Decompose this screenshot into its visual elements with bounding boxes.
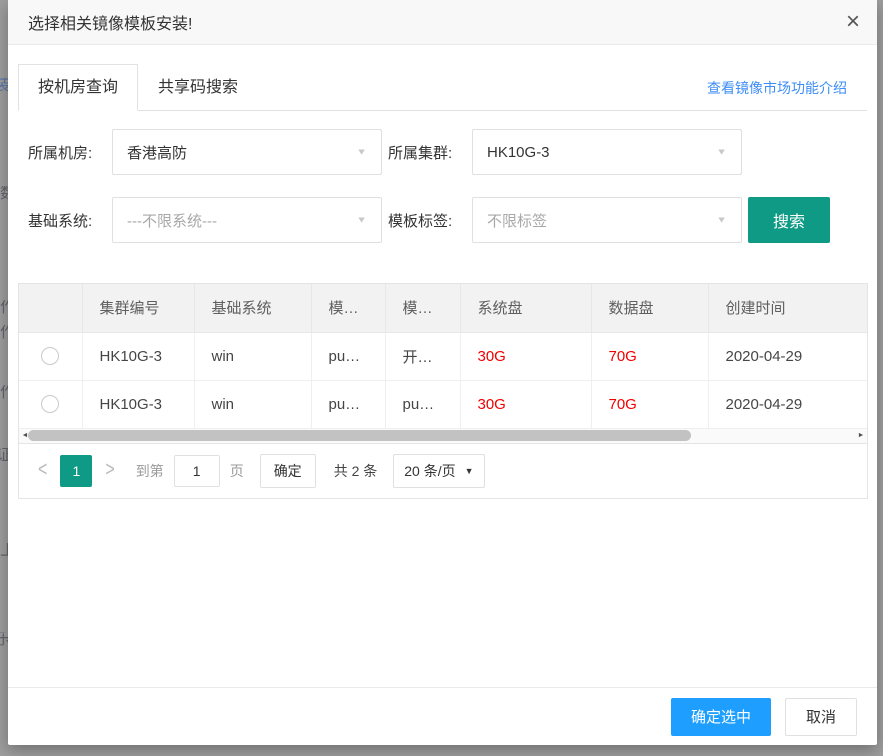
cell-template-1: pu… [311,332,385,380]
row-radio[interactable] [41,347,59,365]
page-jump-confirm-button[interactable]: 确定 [260,454,316,488]
scrollbar-thumb[interactable] [28,430,691,441]
cell-template-1: pu… [311,380,385,428]
template-table: 集群编号 基础系统 模… 模… 系统盘 数据盘 创建时间 HK10G-3 win… [19,284,867,429]
cell-system-disk: 30G [460,332,591,380]
base-system-label: 基础系统: [28,210,112,231]
base-system-select-value: ---不限系统--- [127,210,217,231]
close-icon[interactable]: × [846,10,860,34]
marketplace-intro-link[interactable]: 查看镜像市场功能介绍 [707,78,847,98]
chevron-down-icon: ▼ [356,215,367,225]
cell-cluster-id: HK10G-3 [82,332,194,380]
chevron-down-icon: ▼ [356,147,367,157]
tab-share-code-search[interactable]: 共享码搜索 [138,65,258,110]
caret-down-icon: ▼ [465,466,474,476]
datacenter-label: 所属机房: [28,142,112,163]
cell-template-2: 开… [385,332,460,380]
cluster-label: 所属集群: [388,142,472,163]
template-tag-select-value: 不限标签 [487,210,547,231]
dialog-title: 选择相关镜像模板安装! [28,10,192,34]
header-data-disk: 数据盘 [591,284,708,332]
background-text-fragment: 数 [0,186,8,202]
row-radio[interactable] [41,395,59,413]
cell-data-disk: 70G [591,332,708,380]
background-text-fragment: 作 [0,300,8,316]
tab-search-by-datacenter[interactable]: 按机房查询 [18,64,138,111]
cluster-select[interactable]: HK10G-3 ▼ [472,129,742,175]
background-text-fragment: 乐 [0,632,8,648]
scroll-right-icon[interactable]: ► [856,429,866,443]
header-system-disk: 系统盘 [460,284,591,332]
cell-created-time: 2020-04-29 [708,332,867,380]
header-cluster-id: 集群编号 [82,284,194,332]
jump-suffix-label: 页 [230,461,244,481]
header-select-column [19,284,82,332]
dialog-header: 选择相关镜像模板安装! × [8,0,877,45]
header-template-1: 模… [311,284,385,332]
template-tag-select[interactable]: 不限标签 ▼ [472,197,742,243]
chevron-down-icon: ▼ [716,147,727,157]
page-jump-input[interactable] [174,455,220,487]
prev-page-button[interactable]: < [31,459,54,482]
table-row: HK10G-3 win pu… pu… 30G 70G 2020-04-29 [19,380,867,428]
background-text-fragment: 证 [0,448,8,464]
background-text-fragment: 作 [0,385,8,401]
tab-bar: 按机房查询 共享码搜索 查看镜像市场功能介绍 [18,65,867,111]
header-template-2: 模… [385,284,460,332]
base-system-select[interactable]: ---不限系统--- ▼ [112,197,382,243]
background-text-fragment: 装 [0,78,8,94]
confirm-selection-button[interactable]: 确定选中 [671,698,771,736]
page-size-value: 20 条/页 [404,461,455,481]
horizontal-scrollbar[interactable]: ◄ ► [19,429,867,443]
background-text-fragment: 作 [0,325,8,341]
total-count-label: 共 2 条 [334,461,378,481]
cluster-select-value: HK10G-3 [487,144,550,161]
pagination: < 1 > 到第 页 确定 共 2 条 20 条/页 ▼ [19,443,867,498]
background-text-fragment: 上 [0,543,8,559]
page-size-select[interactable]: 20 条/页 ▼ [393,454,484,488]
header-created-time: 创建时间 [708,284,867,332]
form-row-2: 基础系统: ---不限系统--- ▼ 模板标签: 不限标签 ▼ 搜索 [28,197,857,243]
template-tag-label: 模板标签: [388,210,472,231]
current-page-button[interactable]: 1 [60,455,92,487]
cell-data-disk: 70G [591,380,708,428]
select-image-template-dialog: 选择相关镜像模板安装! × 按机房查询 共享码搜索 查看镜像市场功能介绍 所属机… [8,0,877,745]
table-row: HK10G-3 win pu… 开… 30G 70G 2020-04-29 [19,332,867,380]
chevron-down-icon: ▼ [716,215,727,225]
cell-template-2: pu… [385,380,460,428]
table-header-row: 集群编号 基础系统 模… 模… 系统盘 数据盘 创建时间 [19,284,867,332]
form-row-1: 所属机房: 香港高防 ▼ 所属集群: HK10G-3 ▼ [28,129,857,175]
next-page-button[interactable]: > [98,459,121,482]
datacenter-select[interactable]: 香港高防 ▼ [112,129,382,175]
header-base-system: 基础系统 [194,284,311,332]
jump-prefix-label: 到第 [136,461,164,481]
cell-cluster-id: HK10G-3 [82,380,194,428]
cell-system-disk: 30G [460,380,591,428]
template-table-container: 集群编号 基础系统 模… 模… 系统盘 数据盘 创建时间 HK10G-3 win… [18,283,868,499]
search-button[interactable]: 搜索 [748,197,830,243]
cell-created-time: 2020-04-29 [708,380,867,428]
datacenter-select-value: 香港高防 [127,142,187,163]
cell-base-system: win [194,332,311,380]
dialog-footer: 确定选中 取消 [8,687,877,745]
cell-base-system: win [194,380,311,428]
cancel-button[interactable]: 取消 [785,698,857,736]
